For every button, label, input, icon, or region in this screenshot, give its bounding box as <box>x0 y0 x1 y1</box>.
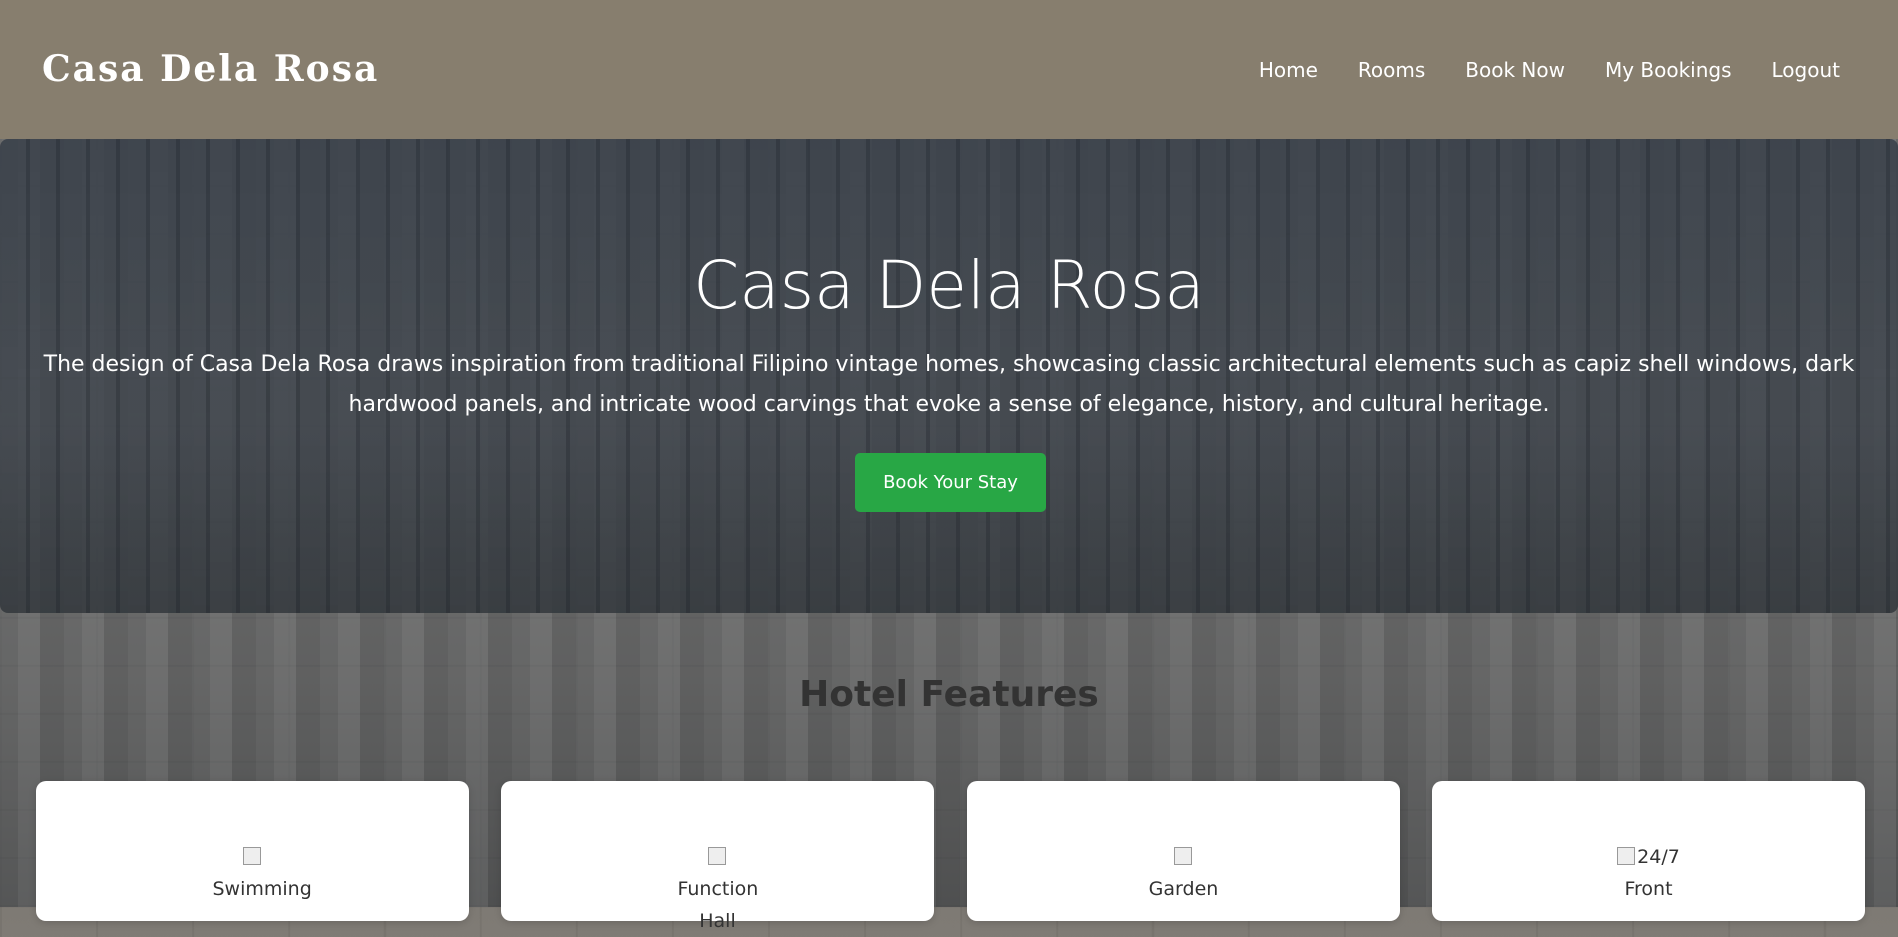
feature-image-alt: Garden <box>1148 878 1219 900</box>
nav-book-now[interactable]: Book Now <box>1465 58 1565 82</box>
brand-logo[interactable]: Casa Dela Rosa <box>42 48 379 90</box>
hero-title: Casa Dela Rosa <box>693 247 1205 324</box>
book-your-stay-button[interactable]: Book Your Stay <box>855 453 1046 512</box>
feature-image: Garden <box>1144 841 1224 905</box>
feature-card-function-hall: Function Hall <box>501 781 934 932</box>
broken-image-icon <box>242 847 261 865</box>
feature-image: Swimming <box>213 841 312 905</box>
feature-card-garden: Garden <box>967 781 1400 921</box>
hero-section: Casa Dela Rosa The design of Casa Dela R… <box>0 139 1898 613</box>
feature-image-alt: Swimming <box>212 878 312 900</box>
feature-image: Function Hall <box>678 841 758 937</box>
features-title: Hotel Features <box>799 674 1099 715</box>
navbar: Casa Dela Rosa Home Rooms Book Now My Bo… <box>0 0 1898 139</box>
nav-links: Home Rooms Book Now My Bookings Logout <box>1219 58 1840 82</box>
nav-my-bookings[interactable]: My Bookings <box>1605 58 1732 82</box>
hero-description: The design of Casa Dela Rosa draws inspi… <box>43 352 1855 417</box>
nav-logout[interactable]: Logout <box>1772 58 1840 82</box>
broken-image-icon <box>1173 847 1192 865</box>
feature-image: 24/7 Front <box>1609 841 1689 905</box>
feature-image-alt: Function Hall <box>677 878 759 932</box>
nav-rooms[interactable]: Rooms <box>1358 58 1425 82</box>
broken-image-icon <box>1617 847 1636 865</box>
feature-card-swimming: Swimming <box>36 781 469 921</box>
feature-card-front-desk: 24/7 Front <box>1432 781 1865 921</box>
broken-image-icon <box>707 847 726 865</box>
nav-home[interactable]: Home <box>1259 58 1318 82</box>
